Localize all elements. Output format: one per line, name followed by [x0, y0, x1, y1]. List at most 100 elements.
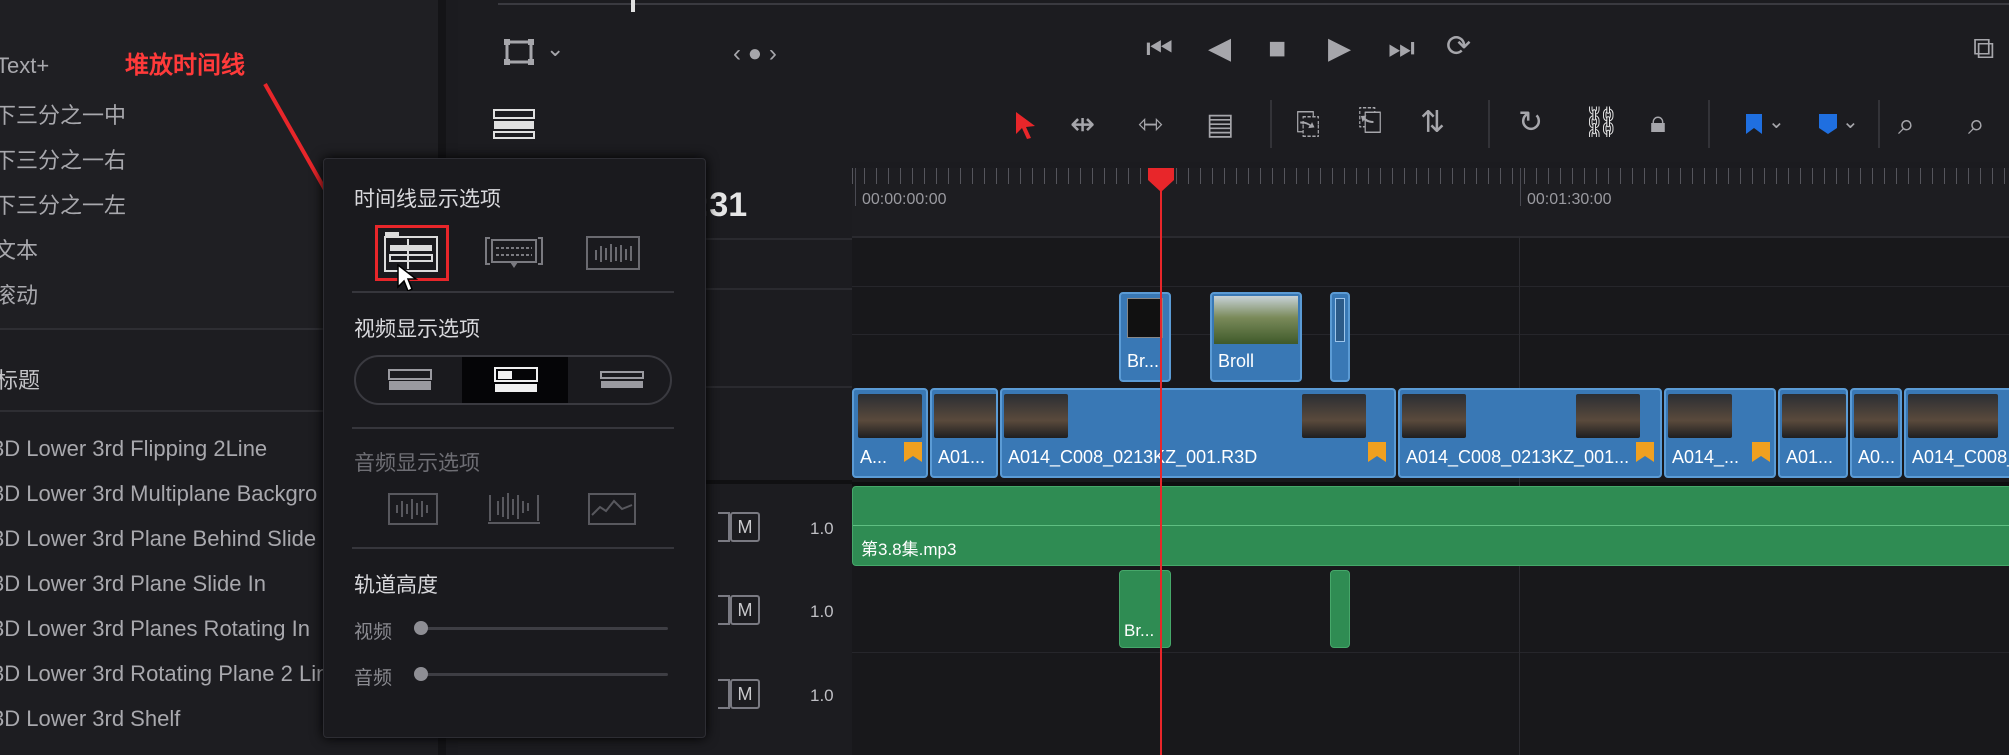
video-clip[interactable]: Br...: [1119, 292, 1171, 382]
ruler-timecode: 00:01:30:00: [1527, 191, 1612, 208]
play-reverse-icon[interactable]: ◀: [1208, 34, 1231, 64]
audio-clip[interactable]: Br...: [1119, 570, 1171, 648]
video-option-simple[interactable]: [568, 357, 670, 403]
mute-button[interactable]: M: [730, 679, 760, 709]
section-title: 轨道高度: [354, 574, 438, 597]
video-clip[interactable]: A01...: [1778, 388, 1848, 478]
viewer-transform-icon[interactable]: [503, 38, 537, 68]
video-clip[interactable]: A014_...: [1664, 388, 1776, 478]
zoom-detail-icon[interactable]: ⌕: [1968, 110, 1985, 140]
slider-knob[interactable]: [414, 621, 428, 635]
thumbnail-icon: [494, 367, 538, 392]
dynamic-trim-icon[interactable]: ⇿: [1138, 110, 1163, 140]
slider-label: 音频: [354, 668, 393, 689]
trim-tool-icon[interactable]: ⇹: [1070, 110, 1095, 140]
effect-item[interactable]: Text+: [0, 53, 49, 79]
play-icon[interactable]: ▶: [1328, 34, 1351, 64]
overwrite-clip-icon[interactable]: ⎗: [1358, 106, 1382, 136]
video-clip[interactable]: A0...: [1850, 388, 1902, 478]
track-volume[interactable]: 1.0: [810, 602, 834, 622]
blade-tool-icon[interactable]: ▤: [1206, 110, 1234, 140]
loop-icon[interactable]: ⟳: [1446, 32, 1471, 62]
timeline-view-options-popup: 时间线显示选项 视频显示选项 音频显示选项 轨道高度 视频 音频: [323, 158, 706, 738]
section-title: 视频显示选项: [354, 318, 480, 341]
solo-button[interactable]: [718, 512, 730, 542]
effect-item[interactable]: 文本: [0, 233, 38, 265]
filmstrip-icon: [388, 369, 432, 390]
subtitle-tracks-icon[interactable]: [484, 234, 544, 274]
section-title: 音频显示选项: [354, 452, 480, 475]
ruler-major-tick: [855, 168, 856, 206]
insert-clip-icon[interactable]: ⎘: [1296, 110, 1320, 140]
marker-flag: [1636, 442, 1654, 462]
audio-waveform-icon[interactable]: [586, 236, 640, 270]
video-clip[interactable]: A014_C008_0213KZ_001.R3D: [1000, 388, 1396, 478]
chevron-down-icon[interactable]: ⌄: [546, 38, 564, 60]
track-volume[interactable]: 1.0: [810, 519, 834, 539]
title-item[interactable]: 3D Lower 3rd Shelf: [0, 706, 180, 732]
title-item[interactable]: 3D Lower 3rd Plane Slide In: [0, 571, 266, 597]
video-clip[interactable]: [1330, 292, 1350, 382]
video-clip[interactable]: Broll: [1210, 292, 1302, 382]
scrubber-handle[interactable]: [631, 0, 635, 12]
clip-nav-dots[interactable]: ‹ ● ›: [733, 40, 777, 68]
mute-button[interactable]: M: [730, 595, 760, 625]
linked-selection-icon[interactable]: ⛓: [1582, 108, 1620, 138]
zoom-full-icon[interactable]: ⌕: [1898, 110, 1915, 140]
replace-clip-icon[interactable]: ⇅: [1420, 108, 1445, 138]
audio-waveform-icon[interactable]: [388, 493, 438, 525]
track-volume[interactable]: 1.0: [810, 686, 834, 706]
video-display-segment: [354, 355, 672, 405]
toolbar-divider: [1270, 100, 1272, 148]
viewer-options-icon[interactable]: ⧉: [1973, 34, 1994, 64]
effect-item[interactable]: 下三分之一中: [0, 98, 126, 130]
chevron-down-icon[interactable]: ⌄: [1842, 112, 1859, 132]
audio-full-waveform-icon[interactable]: [486, 489, 542, 527]
scrubber-track[interactable]: [498, 3, 2009, 5]
video-height-slider[interactable]: [418, 627, 668, 630]
audio-envelope-icon[interactable]: [588, 493, 636, 525]
mute-button[interactable]: M: [730, 512, 760, 542]
category-header[interactable]: 标题: [0, 363, 40, 395]
video-clip[interactable]: A...: [852, 388, 928, 478]
annotation-label: 堆放时间线: [125, 52, 245, 79]
simple-clip-icon: [600, 371, 644, 388]
marker-flag: [1752, 442, 1770, 462]
title-item[interactable]: 3D Lower 3rd Rotating Plane 2 Lin: [0, 661, 328, 687]
snapping-icon[interactable]: ↻: [1518, 108, 1543, 138]
selection-tool-icon[interactable]: [1013, 110, 1039, 140]
video-option-thumbnail[interactable]: [462, 357, 568, 403]
slider-label: 视频: [354, 622, 393, 643]
solo-button[interactable]: [718, 595, 730, 625]
viewer-transport-bar: ⌄ ‹ ● › ⏮ ◀ ■ ▶ ⏭ ⟳ ⧉ ⇹ ⇿ ▤ ⎘ ⎗ ⇅ ↻ ⛓ 🔒︎…: [458, 0, 2009, 162]
playhead-line[interactable]: [1160, 168, 1162, 755]
marker-icon[interactable]: [1817, 112, 1839, 136]
audio-clip[interactable]: 第3.8集.mp3: [852, 486, 2009, 566]
video-clip[interactable]: A014_C008_: [1904, 388, 2009, 478]
timeline-tracks[interactable]: Br... Broll A... A01... A014_C008_0213KZ…: [852, 236, 2009, 755]
video-clip[interactable]: A014_C008_0213KZ_001...: [1398, 388, 1662, 478]
timeline-view-options-icon[interactable]: [493, 108, 537, 140]
video-option-filmstrip[interactable]: [356, 357, 462, 403]
title-item[interactable]: 3D Lower 3rd Planes Rotating In: [0, 616, 310, 642]
title-item[interactable]: 3D Lower 3rd Plane Behind Slide I: [0, 526, 328, 552]
position-lock-icon[interactable]: 🔒︎: [1650, 108, 1666, 138]
solo-button[interactable]: [718, 679, 730, 709]
timeline-ruler[interactable]: 00:00:00:00 00:01:30:00: [852, 168, 2009, 238]
effect-item[interactable]: 下三分之一左: [0, 188, 126, 220]
chevron-down-icon[interactable]: ⌄: [1768, 112, 1785, 132]
skip-to-start-icon[interactable]: ⏮: [1146, 34, 1173, 64]
effect-item[interactable]: 下三分之一右: [0, 143, 126, 175]
stop-icon[interactable]: ■: [1268, 34, 1286, 64]
skip-to-end-icon[interactable]: ⏭: [1388, 34, 1415, 64]
playhead-handle-icon[interactable]: [1146, 168, 1176, 194]
title-item[interactable]: 3D Lower 3rd Multiplane Backgro: [0, 481, 317, 507]
video-clip[interactable]: A01...: [930, 388, 998, 478]
flag-icon[interactable]: [1744, 112, 1764, 136]
audio-clip[interactable]: [1330, 570, 1350, 648]
slider-knob[interactable]: [414, 667, 428, 681]
title-item[interactable]: 3D Lower 3rd Flipping 2Line: [0, 436, 267, 462]
audio-height-slider[interactable]: [418, 673, 668, 676]
effect-item[interactable]: 滚动: [0, 278, 38, 310]
ruler-timecode: 00:00:00:00: [862, 191, 947, 208]
